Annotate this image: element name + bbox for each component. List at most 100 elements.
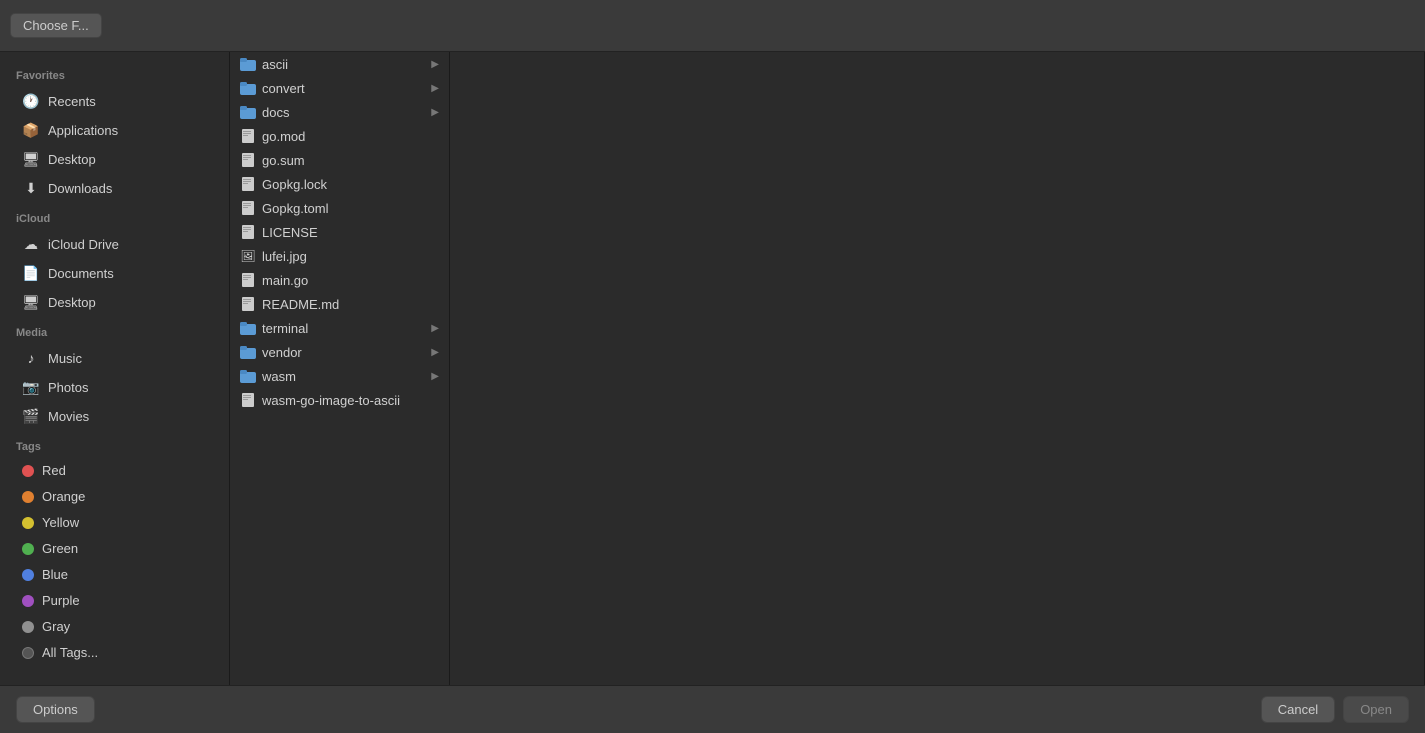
- sidebar-item-all-tags[interactable]: All Tags...: [6, 640, 223, 665]
- sidebar-item-tag-blue[interactable]: Blue: [6, 562, 223, 587]
- file-item-name: main.go: [262, 273, 308, 288]
- sidebar-item-desktop-icloud[interactable]: 🖥 Desktop: [6, 288, 223, 316]
- icloud-drive-icon: ☁: [22, 235, 40, 253]
- file-icon: [240, 176, 256, 192]
- chevron-right-icon: ▶: [431, 371, 439, 382]
- chevron-right-icon: ▶: [431, 323, 439, 334]
- sidebar-item-tag-gray[interactable]: Gray: [6, 614, 223, 639]
- list-item[interactable]: vendor▶: [230, 340, 449, 364]
- movies-icon: 🎬: [22, 407, 40, 425]
- list-item[interactable]: main.go: [230, 268, 449, 292]
- list-item[interactable]: wasm-go-image-to-ascii: [230, 388, 449, 412]
- choose-button[interactable]: Choose F...: [10, 13, 102, 38]
- chevron-right-icon: ▶: [431, 347, 439, 358]
- file-browser: ascii▶ convert ▶ docs ▶ go.mod go.sum Gopkg.loc…: [230, 52, 1425, 685]
- bottom-bar: Options Cancel Open: [0, 685, 1425, 733]
- sidebar-item-downloads[interactable]: ⬇ Downloads: [6, 174, 223, 202]
- file-item-name: lufei.jpg: [262, 249, 307, 264]
- file-column-secondary: [450, 52, 1425, 685]
- list-item[interactable]: convert ▶: [230, 76, 449, 100]
- tags-section-label: Tags: [0, 431, 229, 457]
- chevron-right-icon: ▶: [431, 83, 439, 94]
- list-item[interactable]: terminal ▶: [230, 316, 449, 340]
- sidebar-label-recents: Recents: [48, 94, 96, 109]
- sidebar-label-purple: Purple: [42, 593, 80, 608]
- list-item[interactable]: go.mod: [230, 124, 449, 148]
- file-item-name: go.mod: [262, 129, 305, 144]
- file-column-main: ascii▶ convert ▶ docs ▶ go.mod go.sum Gopkg.loc…: [230, 52, 450, 685]
- folder-icon: [240, 320, 256, 336]
- recents-icon: 🕐: [22, 92, 40, 110]
- chevron-right-icon: ▶: [431, 107, 439, 118]
- blue-dot: [22, 569, 34, 581]
- sidebar-item-icloud-drive[interactable]: ☁ iCloud Drive: [6, 230, 223, 258]
- sidebar-item-tag-orange[interactable]: Orange: [6, 484, 223, 509]
- file-icon: [240, 152, 256, 168]
- sidebar-item-tag-green[interactable]: Green: [6, 536, 223, 561]
- sidebar-label-green: Green: [42, 541, 78, 556]
- list-item[interactable]: Gopkg.lock: [230, 172, 449, 196]
- sidebar-item-recents[interactable]: 🕐 Recents: [6, 87, 223, 115]
- file-item-name: README.md: [262, 297, 339, 312]
- sidebar-item-tag-red[interactable]: Red: [6, 458, 223, 483]
- list-item[interactable]: docs ▶: [230, 100, 449, 124]
- file-item-name: Gopkg.lock: [262, 177, 327, 192]
- icloud-section-label: iCloud: [0, 203, 229, 229]
- file-item-name: docs: [262, 105, 289, 120]
- file-icon: [240, 296, 256, 312]
- sidebar-item-applications[interactable]: 📦 Applications: [6, 116, 223, 144]
- folder-icon: [240, 104, 256, 120]
- file-item-name: wasm-go-image-to-ascii: [262, 393, 400, 408]
- sidebar-label-icloud-drive: iCloud Drive: [48, 237, 119, 252]
- sidebar-label-music: Music: [48, 351, 82, 366]
- file-icon: [240, 392, 256, 408]
- list-item[interactable]: wasm ▶: [230, 364, 449, 388]
- list-item[interactable]: LICENSE: [230, 220, 449, 244]
- gray-dot: [22, 621, 34, 633]
- media-section-label: Media: [0, 317, 229, 343]
- file-item-name: go.sum: [262, 153, 305, 168]
- sidebar-label-movies: Movies: [48, 409, 89, 424]
- downloads-icon: ⬇: [22, 179, 40, 197]
- file-item-name: Gopkg.toml: [262, 201, 328, 216]
- applications-icon: 📦: [22, 121, 40, 139]
- file-item-name: terminal: [262, 321, 308, 336]
- open-button[interactable]: Open: [1343, 696, 1409, 723]
- music-icon: ♪: [22, 349, 40, 367]
- folder-icon: [240, 344, 256, 360]
- sidebar: Favorites 🕐 Recents 📦 Applications 🖥 Des…: [0, 52, 230, 685]
- list-item[interactable]: Gopkg.toml: [230, 196, 449, 220]
- file-icon: [240, 224, 256, 240]
- options-button[interactable]: Options: [16, 696, 95, 723]
- sidebar-label-blue: Blue: [42, 567, 68, 582]
- sidebar-label-gray: Gray: [42, 619, 70, 634]
- file-icon: [240, 128, 256, 144]
- bottom-right: Cancel Open: [1261, 696, 1409, 723]
- folder-icon: [240, 80, 256, 96]
- file-item-name: wasm: [262, 369, 296, 384]
- list-item[interactable]: ascii▶: [230, 52, 449, 76]
- sidebar-item-music[interactable]: ♪ Music: [6, 344, 223, 372]
- sidebar-item-movies[interactable]: 🎬 Movies: [6, 402, 223, 430]
- sidebar-item-photos[interactable]: 📷 Photos: [6, 373, 223, 401]
- list-item[interactable]: 🖼lufei.jpg: [230, 244, 449, 268]
- file-icon: [240, 272, 256, 288]
- bottom-left: Options: [16, 696, 95, 723]
- sidebar-label-applications: Applications: [48, 123, 118, 138]
- documents-icon: 📄: [22, 264, 40, 282]
- sidebar-label-yellow: Yellow: [42, 515, 79, 530]
- sidebar-item-tag-yellow[interactable]: Yellow: [6, 510, 223, 535]
- cancel-button[interactable]: Cancel: [1261, 696, 1335, 723]
- sidebar-item-documents[interactable]: 📄 Documents: [6, 259, 223, 287]
- sidebar-label-photos: Photos: [48, 380, 88, 395]
- sidebar-item-tag-purple[interactable]: Purple: [6, 588, 223, 613]
- green-dot: [22, 543, 34, 555]
- favorites-section-label: Favorites: [0, 60, 229, 86]
- sidebar-item-desktop[interactable]: 🖥 Desktop: [6, 145, 223, 173]
- file-item-name: convert: [262, 81, 305, 96]
- folder-icon: [240, 368, 256, 384]
- list-item[interactable]: README.md: [230, 292, 449, 316]
- red-dot: [22, 465, 34, 477]
- file-dialog: Choose F... Favorites 🕐 Recents 📦 Applic…: [0, 0, 1425, 733]
- list-item[interactable]: go.sum: [230, 148, 449, 172]
